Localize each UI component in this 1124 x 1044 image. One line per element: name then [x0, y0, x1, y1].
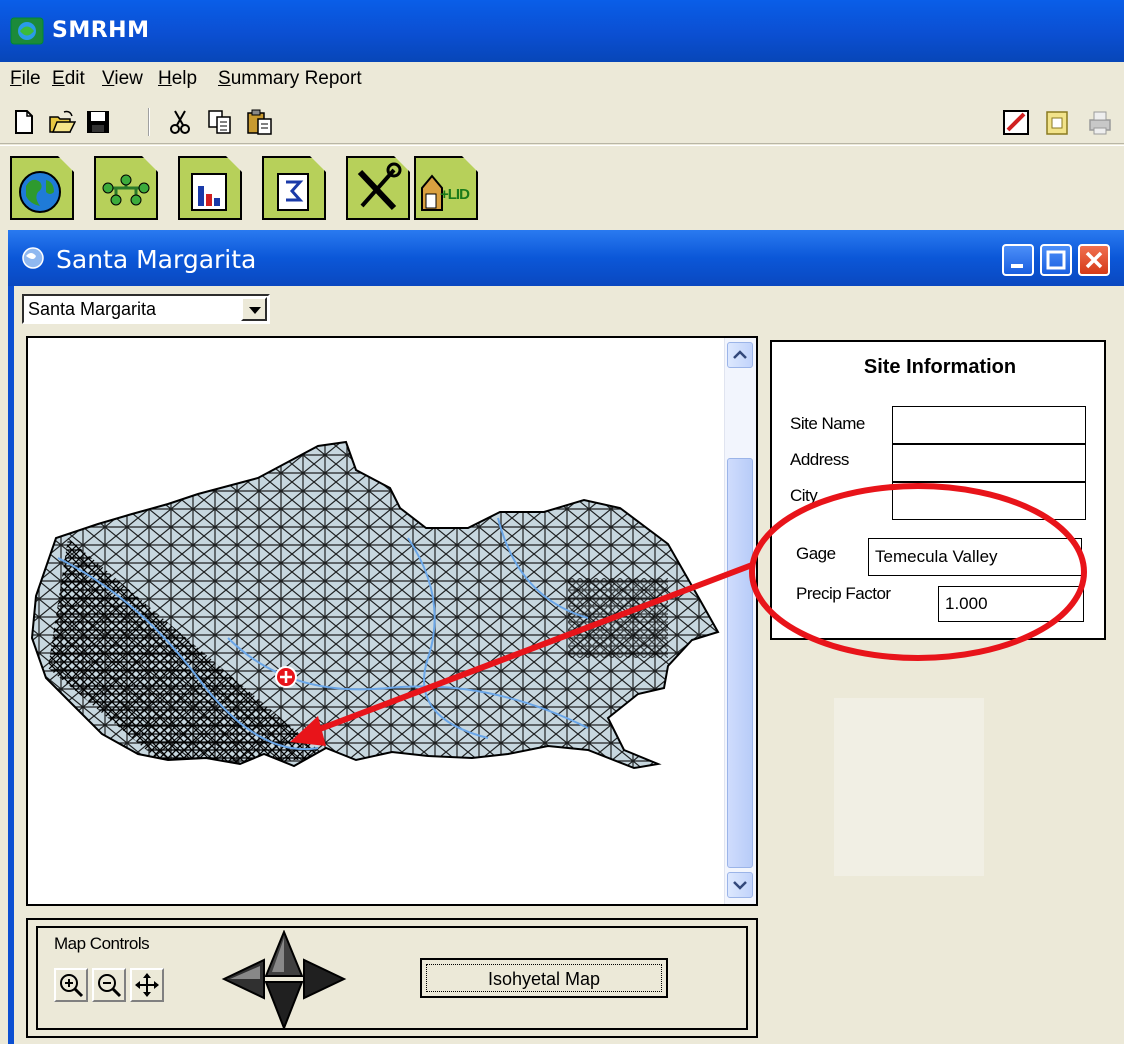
- watershed-window: Santa Margarita Santa Margarita Site Inf…: [8, 230, 1124, 1044]
- address-label: Address: [790, 450, 849, 469]
- bar-chart-icon: [191, 173, 227, 211]
- network-icon: [102, 174, 150, 206]
- zoom-out-button[interactable]: [92, 968, 126, 1002]
- pan-icon: [135, 973, 159, 997]
- watershed-map[interactable]: [28, 338, 724, 904]
- module-toolbar: +LID: [0, 145, 1124, 223]
- window-title: Santa Margarita: [56, 245, 257, 274]
- toolbar-separator: [148, 108, 150, 136]
- maximize-icon: [1046, 250, 1066, 270]
- edit-icon[interactable]: [1002, 108, 1030, 136]
- new-file-icon[interactable]: [10, 108, 38, 136]
- map-view[interactable]: [26, 336, 758, 906]
- city-label: City: [790, 486, 818, 505]
- window-body: Santa Margarita Site Information Site Na…: [14, 286, 1124, 1044]
- map-controls-title: Map Controls: [54, 934, 150, 953]
- menu-bar: File Edit View Help Summary Report: [0, 62, 1124, 100]
- menu-help[interactable]: Help: [158, 68, 197, 90]
- scroll-thumb[interactable]: [727, 458, 753, 868]
- menu-file[interactable]: File: [10, 68, 41, 90]
- scroll-down-button[interactable]: [727, 872, 753, 898]
- precip-factor-field[interactable]: [938, 586, 1084, 622]
- report-icon: [277, 173, 309, 211]
- isohyetal-map-button[interactable]: Isohyetal Map: [420, 958, 668, 998]
- globe-small-icon: [22, 247, 44, 269]
- blank-area: [834, 698, 984, 876]
- notes-icon[interactable]: [1044, 108, 1072, 136]
- minimize-icon: [1011, 264, 1023, 268]
- chevron-up-icon: [733, 350, 747, 359]
- pan-arrows: [221, 930, 347, 1030]
- network-button[interactable]: [94, 156, 158, 220]
- lid-button[interactable]: +LID: [414, 156, 478, 220]
- pan-up-arrow[interactable]: [264, 930, 304, 977]
- pan-left-arrow[interactable]: [221, 958, 265, 1000]
- app-window: SMRHM File Edit View Help Summary Report: [0, 0, 1124, 1044]
- tools-icon: [357, 162, 402, 211]
- menu-view[interactable]: View: [102, 68, 143, 90]
- lid-label: +LID: [440, 186, 470, 203]
- pan-down-arrow[interactable]: [264, 981, 304, 1030]
- site-name-field[interactable]: [892, 406, 1086, 444]
- site-name-label: Site Name: [790, 414, 865, 433]
- close-icon: [1085, 251, 1103, 269]
- results-chart-button[interactable]: [178, 156, 242, 220]
- menu-summary-report[interactable]: Summary Report: [218, 68, 362, 90]
- isohyetal-map-label: Isohyetal Map: [426, 964, 662, 992]
- app-title: SMRHM: [52, 18, 150, 43]
- site-information-panel: Site Information Site Name Address City …: [770, 340, 1106, 640]
- zoom-in-button[interactable]: [54, 968, 88, 1002]
- pan-right-arrow[interactable]: [303, 958, 347, 1000]
- tools-button[interactable]: [346, 156, 410, 220]
- precip-factor-label: Precip Factor: [796, 584, 891, 603]
- window-title-bar[interactable]: Santa Margarita: [8, 230, 1124, 286]
- globe-icon: [19, 171, 61, 213]
- watershed-select[interactable]: Santa Margarita: [22, 294, 270, 324]
- app-icon: [10, 17, 44, 45]
- copy-icon[interactable]: [206, 108, 234, 136]
- print-icon[interactable]: [1086, 108, 1114, 136]
- map-controls: Map Controls Isohyetal Map: [36, 926, 748, 1030]
- zoom-out-icon: [98, 974, 122, 998]
- save-icon[interactable]: [84, 108, 112, 136]
- gage-label: Gage: [796, 544, 836, 563]
- map-scrollbar[interactable]: [724, 338, 756, 904]
- watershed-select-value: Santa Margarita: [28, 299, 157, 319]
- open-folder-icon[interactable]: [48, 108, 76, 136]
- scroll-up-button[interactable]: [727, 342, 753, 368]
- paste-icon[interactable]: [246, 108, 274, 136]
- chevron-down-icon: [733, 881, 747, 890]
- city-field[interactable]: [892, 482, 1086, 520]
- maximize-button[interactable]: [1040, 244, 1072, 276]
- map-controls-frame: Map Controls Isohyetal Map: [26, 918, 758, 1038]
- watershed-map-button[interactable]: [10, 156, 74, 220]
- app-title-bar: SMRHM: [0, 0, 1124, 62]
- zoom-in-icon: [60, 974, 84, 998]
- menu-edit[interactable]: Edit: [52, 68, 85, 90]
- close-button[interactable]: [1078, 244, 1110, 276]
- cut-icon[interactable]: [166, 108, 194, 136]
- gage-field[interactable]: [868, 538, 1082, 576]
- address-field[interactable]: [892, 444, 1086, 482]
- chevron-down-icon[interactable]: [241, 297, 267, 321]
- minimize-button[interactable]: [1002, 244, 1034, 276]
- pan-button[interactable]: [130, 968, 164, 1002]
- site-info-title: Site Information: [863, 356, 1017, 378]
- toolbar: [0, 100, 1124, 144]
- report-button[interactable]: [262, 156, 326, 220]
